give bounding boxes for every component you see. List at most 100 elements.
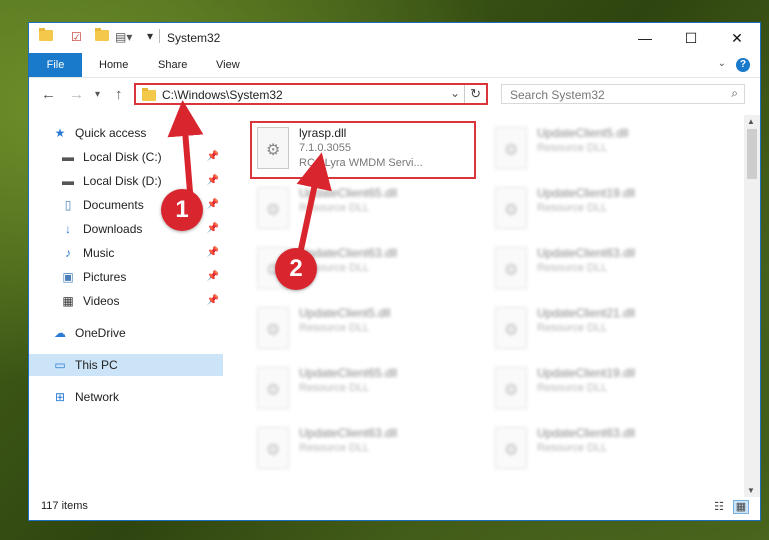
gear-icon: ⚙ — [504, 262, 519, 279]
nav-item-label: Pictures — [83, 270, 127, 284]
customize-toolbar-icon[interactable]: ▤▾ — [115, 30, 132, 44]
star-icon: ★ — [54, 126, 66, 140]
tiles-view-icon[interactable]: ▦ — [733, 500, 749, 514]
file-type: Resource DLL — [537, 442, 608, 454]
file-tile[interactable]: ⚙ UpdateClient65.dll Resource DLL — [253, 183, 473, 237]
properties-icon[interactable]: ☑ — [71, 30, 82, 44]
nav-item-label: Local Disk (C:) — [83, 150, 162, 164]
file-tile[interactable]: ⚙ UpdateClient5.dll Resource DLL — [253, 303, 473, 357]
pin-icon[interactable]: 📌 — [207, 146, 219, 168]
nav-item-pictures[interactable]: ▣ Pictures 📌 — [29, 266, 223, 288]
file-name: UpdateClient63.dll — [537, 426, 636, 440]
nav-item-label: Music — [83, 246, 115, 260]
file-tile[interactable]: ⚙ UpdateClient63.dll Resource DLL — [253, 423, 473, 477]
forward-arrow-icon[interactable]: → — [69, 86, 84, 103]
vertical-scrollbar[interactable]: ▲ ▼ — [744, 115, 760, 497]
pin-icon[interactable]: 📌 — [207, 242, 219, 264]
gear-icon: ⚙ — [504, 382, 519, 399]
navigation-bar: ← → ▾ ↑ C:\Windows\System32 ⌄ ↻ Search S… — [29, 78, 760, 112]
file-tile[interactable]: ⚙ UpdateClient63.dll Resource DLL — [491, 243, 711, 297]
tab-file[interactable]: File — [29, 53, 82, 77]
gear-icon: ⚙ — [504, 202, 519, 219]
dll-file-icon: ⚙ — [257, 127, 289, 169]
tab-home[interactable]: Home — [91, 53, 136, 77]
nav-item-quick-access[interactable]: ★ Quick access — [29, 122, 223, 144]
help-icon[interactable]: ? — [736, 58, 750, 72]
file-name: UpdateClient19.dll — [537, 186, 636, 200]
drive-icon: ▬ — [62, 150, 74, 164]
dll-file-icon: ⚙ — [257, 427, 289, 469]
dll-file-icon: ⚙ — [495, 127, 527, 169]
quick-access-dropdown-icon[interactable]: ▾ — [147, 29, 153, 43]
file-name: UpdateClient19.dll — [537, 366, 636, 380]
pin-icon[interactable]: 📌 — [207, 170, 219, 192]
dll-file-icon: ⚙ — [495, 427, 527, 469]
address-bar[interactable]: C:\Windows\System32 ⌄ ↻ — [134, 83, 488, 105]
search-icon[interactable]: ⌕ — [731, 86, 738, 101]
file-tile[interactable]: ⚙ UpdateClient21.dll Resource DLL — [491, 303, 711, 357]
file-tile[interactable]: ⚙ UpdateClient19.dll Resource DLL — [491, 183, 711, 237]
nav-item-videos[interactable]: ▦ Videos 📌 — [29, 290, 223, 312]
file-name: UpdateClient63.dll — [537, 246, 636, 260]
address-path: C:\Windows\System32 — [162, 88, 283, 102]
search-placeholder: Search System32 — [510, 88, 605, 102]
gear-icon: ⚙ — [266, 382, 281, 399]
file-tile-lyrasp[interactable]: ⚙ lyrasp.dll 7.1.0.3055 RCA Lyra WMDM Se… — [253, 123, 473, 177]
file-tile[interactable]: ⚙ UpdateClient5.dll Resource DLL — [491, 123, 711, 177]
pin-icon[interactable]: 📌 — [207, 290, 219, 312]
expand-ribbon-icon[interactable]: ⌄ — [718, 58, 726, 69]
step-badge-2: 2 — [275, 248, 317, 290]
nav-item-music[interactable]: ♪ Music 📌 — [29, 242, 223, 264]
file-type: Resource DLL — [299, 382, 370, 394]
file-tile[interactable]: ⚙ UpdateClient19.dll Resource DLL — [491, 363, 711, 417]
title-divider — [159, 29, 160, 43]
dll-file-icon: ⚙ — [495, 247, 527, 289]
back-arrow-icon[interactable]: ← — [41, 86, 56, 103]
file-name: lyrasp.dll — [299, 126, 347, 140]
search-box[interactable]: Search System32 ⌕ — [501, 84, 745, 104]
scroll-up-icon[interactable]: ▲ — [747, 117, 755, 126]
details-view-icon[interactable]: ☷ — [712, 501, 726, 513]
file-name: UpdateClient5.dll — [537, 126, 629, 140]
folder-icon — [142, 88, 156, 101]
maximize-button[interactable]: ☐ — [668, 23, 714, 53]
file-name: UpdateClient65.dll — [299, 366, 398, 380]
file-description: RCA Lyra WMDM Servi... — [299, 157, 423, 169]
downloads-icon: ↓ — [65, 222, 71, 236]
nav-item-label: Downloads — [83, 222, 143, 236]
file-version: 7.1.0.3055 — [299, 142, 351, 154]
file-type: Resource DLL — [299, 202, 370, 214]
file-type: Resource DLL — [537, 262, 608, 274]
tab-view[interactable]: View — [208, 53, 248, 77]
address-dropdown-icon[interactable]: ⌄ — [450, 86, 460, 100]
nav-item-local-disk-d[interactable]: ▬ Local Disk (D:) 📌 — [29, 170, 223, 192]
nav-item-network[interactable]: ⊞ Network — [29, 386, 223, 408]
tab-share[interactable]: Share — [150, 53, 195, 77]
file-name: UpdateClient63.dll — [299, 426, 398, 440]
minimize-button[interactable]: — — [622, 23, 668, 53]
nav-item-local-disk-c[interactable]: ▬ Local Disk (C:) 📌 — [29, 146, 223, 168]
address-divider — [464, 85, 465, 103]
pictures-icon: ▣ — [62, 270, 74, 284]
nav-item-label: Local Disk (D:) — [83, 174, 162, 188]
gear-icon: ⚙ — [266, 322, 281, 339]
file-type: Resource DLL — [537, 322, 608, 334]
scroll-thumb[interactable] — [747, 129, 757, 179]
file-tile[interactable]: ⚙ UpdateClient63.dll Resource DLL — [491, 423, 711, 477]
up-arrow-icon[interactable]: ↑ — [115, 86, 123, 103]
nav-item-onedrive[interactable]: ☁ OneDrive — [29, 322, 223, 344]
pin-icon[interactable]: 📌 — [207, 266, 219, 288]
file-tile[interactable]: ⚙ UpdateClient65.dll Resource DLL — [253, 363, 473, 417]
close-button[interactable]: ✕ — [714, 23, 760, 53]
nav-item-this-pc[interactable]: ▭ This PC — [29, 354, 223, 376]
pin-icon[interactable]: 📌 — [207, 194, 219, 216]
gear-icon: ⚙ — [504, 142, 519, 159]
gear-icon: ⚙ — [266, 202, 281, 219]
pin-icon[interactable]: 📌 — [207, 218, 219, 240]
refresh-icon[interactable]: ↻ — [470, 86, 481, 102]
new-folder-icon[interactable] — [95, 28, 109, 41]
file-type: Resource DLL — [299, 442, 370, 454]
recent-locations-icon[interactable]: ▾ — [95, 89, 100, 100]
status-bar: 117 items ☷ ▦ — [29, 494, 760, 520]
item-count: 117 items — [41, 500, 88, 512]
